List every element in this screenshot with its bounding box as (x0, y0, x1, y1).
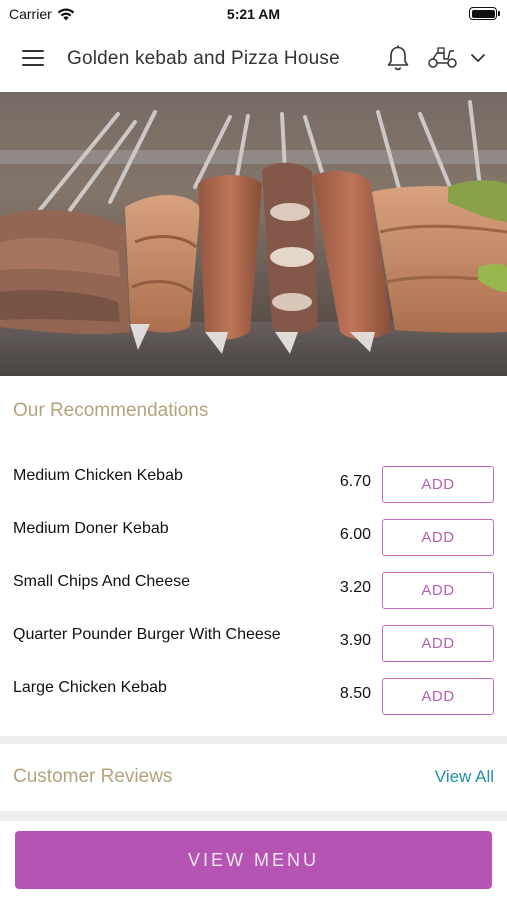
reviews-heading: Customer Reviews (13, 766, 173, 787)
status-bar: Carrier 5:21 AM (0, 0, 507, 28)
recommendations-list: Medium Chicken Kebab 6.70 ADD Medium Don… (0, 457, 507, 722)
item-price: 3.20 (339, 579, 371, 596)
chevron-down-icon[interactable] (468, 50, 488, 66)
section-divider (0, 736, 507, 744)
add-button[interactable]: ADD (382, 466, 494, 503)
bell-icon[interactable] (385, 44, 411, 72)
list-item: Medium Doner Kebab 6.00 ADD (0, 510, 507, 563)
item-name: Quarter Pounder Burger With Cheese (13, 626, 281, 643)
list-item: Large Chicken Kebab 8.50 ADD (0, 669, 507, 722)
view-menu-button[interactable]: VIEW MENU (15, 831, 492, 889)
status-time: 5:21 AM (226, 6, 281, 22)
add-button[interactable]: ADD (382, 625, 494, 662)
item-price: 6.70 (339, 473, 371, 490)
battery-icon (469, 7, 500, 20)
item-name: Medium Chicken Kebab (13, 467, 183, 484)
section-divider (0, 811, 507, 821)
item-name: Large Chicken Kebab (13, 679, 167, 696)
list-item: Quarter Pounder Burger With Cheese 3.90 … (0, 616, 507, 669)
menu-icon[interactable] (22, 50, 46, 70)
item-name: Medium Doner Kebab (13, 520, 169, 537)
view-all-reviews-link[interactable]: View All (435, 767, 494, 787)
item-price: 8.50 (339, 685, 371, 702)
add-button[interactable]: ADD (382, 519, 494, 556)
list-item: Small Chips And Cheese 3.20 ADD (0, 563, 507, 616)
recommendations-heading: Our Recommendations (13, 400, 209, 421)
app-header: Golden kebab and Pizza House (0, 28, 507, 92)
restaurant-title: Golden kebab and Pizza House (67, 48, 340, 69)
hero-food-image (0, 92, 507, 376)
scooter-icon[interactable] (427, 46, 459, 70)
item-name: Small Chips And Cheese (13, 573, 190, 590)
list-item: Medium Chicken Kebab 6.70 ADD (0, 457, 507, 510)
item-price: 3.90 (339, 632, 371, 649)
item-price: 6.00 (339, 526, 371, 543)
add-button[interactable]: ADD (382, 678, 494, 715)
add-button[interactable]: ADD (382, 572, 494, 609)
